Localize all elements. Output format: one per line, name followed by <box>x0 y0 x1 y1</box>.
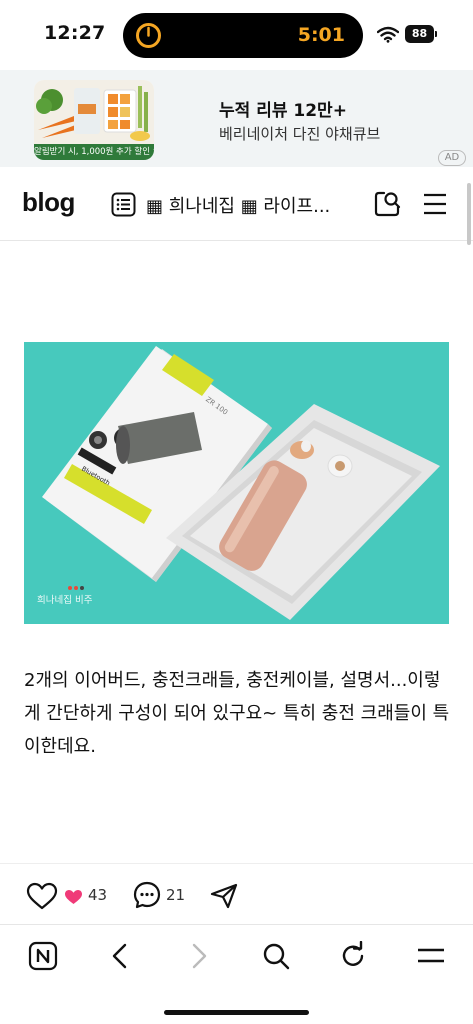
refresh-icon[interactable] <box>338 941 368 971</box>
dynamic-island[interactable]: 5:01 <box>123 13 363 58</box>
back-icon[interactable] <box>106 941 136 971</box>
heart-icon[interactable] <box>26 882 58 910</box>
menu-icon[interactable] <box>423 193 447 215</box>
comment-count[interactable]: 21 <box>166 886 185 904</box>
battery-indicator: 88 <box>405 25 434 43</box>
timer-icon <box>136 23 161 48</box>
blog-title-nav[interactable]: ▦ 희나네집 ▦ 라이프... <box>146 192 330 218</box>
ad-thumbnail-cta[interactable]: 알림받기 시, 1,000원 추가 할인 > <box>34 144 154 160</box>
menu-icon[interactable] <box>416 941 446 971</box>
scrollbar-thumb[interactable] <box>467 183 471 245</box>
status-time: 12:27 <box>44 22 106 44</box>
reaction-bar: 43 21 <box>0 863 473 925</box>
forward-icon[interactable] <box>183 941 213 971</box>
like-count[interactable]: 43 <box>88 886 107 904</box>
naver-home-icon[interactable] <box>28 941 58 971</box>
ad-product-image <box>34 80 154 144</box>
post-photo[interactable]: 희나네집 비주 ZR 100 Bluetooth <box>24 342 449 624</box>
blog-logo[interactable]: blog <box>22 187 75 218</box>
photo-watermark: 희나네집 비주 <box>37 595 93 606</box>
timer-text: 5:01 <box>297 24 345 46</box>
ad-subtitle[interactable]: 베리네이처 다진 야채큐브 <box>219 123 380 144</box>
earbuds-product-photo <box>24 342 449 624</box>
search-icon[interactable] <box>373 190 401 218</box>
post-body-text: 2개의 이어버드, 충전크래들, 충전케이블, 설명서...이렇게 간단하게 구… <box>24 670 450 757</box>
home-indicator[interactable] <box>164 1010 309 1015</box>
wifi-icon <box>377 26 399 43</box>
battery-nub <box>435 31 437 37</box>
share-icon[interactable] <box>210 883 238 909</box>
ad-badge: AD <box>438 150 466 166</box>
ad-thumbnail[interactable]: 알림받기 시, 1,000원 추가 할인 > <box>34 80 154 160</box>
like-count-heart-icon <box>65 890 82 904</box>
search-icon[interactable] <box>261 941 291 971</box>
status-bar: 12:27 5:01 88 <box>0 0 473 70</box>
list-icon[interactable] <box>111 192 136 217</box>
comment-icon[interactable] <box>132 880 162 910</box>
blog-header: blog ▦ 희나네집 ▦ 라이프... <box>0 167 473 241</box>
ad-title[interactable]: 누적 리뷰 12만+ <box>219 96 347 121</box>
